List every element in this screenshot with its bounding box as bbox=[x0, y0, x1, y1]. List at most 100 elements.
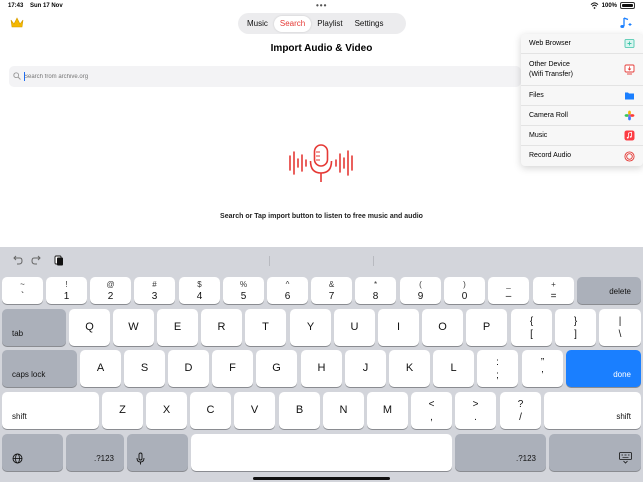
key-0[interactable]: ) 0 bbox=[444, 277, 485, 304]
search-bar[interactable] bbox=[9, 66, 521, 87]
key-char: V bbox=[250, 404, 259, 416]
key-bracket-left[interactable]: {[ bbox=[511, 309, 552, 346]
key-shift-char: ! bbox=[65, 280, 68, 289]
key-6[interactable]: ^ 6 bbox=[267, 277, 308, 304]
redo-icon[interactable] bbox=[31, 254, 43, 266]
key-3[interactable]: #3 bbox=[134, 277, 175, 304]
key-p[interactable]: P bbox=[466, 309, 507, 346]
hint-text: Search or Tap import button to listen to… bbox=[220, 213, 423, 220]
caps-lock-key[interactable]: caps lock bbox=[2, 350, 77, 387]
key-w[interactable]: W bbox=[113, 309, 154, 346]
key-equals[interactable]: + = bbox=[533, 277, 574, 304]
menu-item-camera-roll[interactable]: Camera Roll bbox=[521, 106, 643, 126]
key-j[interactable]: J bbox=[345, 350, 386, 387]
key-char: 6 bbox=[284, 291, 291, 302]
key-quote[interactable]: ”’ bbox=[522, 350, 563, 387]
key-minus[interactable]: _ – bbox=[488, 277, 529, 304]
key-e[interactable]: E bbox=[157, 309, 198, 346]
key-z[interactable]: Z bbox=[102, 392, 143, 429]
menu-item-other-device[interactable]: Other Device (Wifi Transfer) bbox=[521, 54, 643, 86]
key-semicolon[interactable]: :; bbox=[477, 350, 518, 387]
key-char: I bbox=[396, 321, 401, 333]
menu-item-files[interactable]: Files bbox=[521, 86, 643, 106]
key-bracket-right[interactable]: }] bbox=[555, 309, 596, 346]
key-shift-char: & bbox=[328, 280, 335, 289]
toolbar-divider bbox=[373, 256, 374, 266]
key-2[interactable]: @2 bbox=[90, 277, 131, 304]
key-q[interactable]: Q bbox=[69, 309, 110, 346]
key-char: 3 bbox=[151, 291, 158, 302]
tab-playlist[interactable]: Playlist bbox=[311, 16, 348, 32]
key-k[interactable]: K bbox=[389, 350, 430, 387]
key-t[interactable]: T bbox=[245, 309, 286, 346]
microphone-icon bbox=[136, 452, 145, 465]
key-period[interactable]: >. bbox=[455, 392, 496, 429]
key-label: delete bbox=[609, 287, 631, 296]
dictation-key[interactable] bbox=[127, 434, 188, 471]
key-char: 7 bbox=[328, 291, 335, 302]
key-d[interactable]: D bbox=[168, 350, 209, 387]
menu-label: Web Browser bbox=[529, 39, 571, 47]
numbers-key-right[interactable]: .?123 bbox=[455, 434, 546, 471]
shift-right-key[interactable]: shift bbox=[544, 392, 641, 429]
undo-icon[interactable] bbox=[11, 254, 23, 266]
key-backtick[interactable]: ~ ` bbox=[2, 277, 43, 304]
space-bar[interactable] bbox=[191, 434, 452, 471]
globe-key[interactable] bbox=[2, 434, 63, 471]
menu-item-record-audio[interactable]: Record Audio bbox=[521, 146, 643, 166]
key-i[interactable]: I bbox=[378, 309, 419, 346]
key-char: R bbox=[217, 321, 226, 333]
shift-left-key[interactable]: shift bbox=[2, 392, 99, 429]
key-b[interactable]: B bbox=[279, 392, 320, 429]
key-g[interactable]: G bbox=[256, 350, 297, 387]
import-menu: Web Browser Other Device (Wifi Transfer)… bbox=[521, 34, 643, 166]
key-h[interactable]: H bbox=[301, 350, 342, 387]
key-v[interactable]: V bbox=[234, 392, 275, 429]
delete-key[interactable]: delete bbox=[577, 277, 641, 304]
paste-icon[interactable] bbox=[53, 254, 65, 266]
key-9[interactable]: (9 bbox=[400, 277, 441, 304]
key-n[interactable]: N bbox=[323, 392, 364, 429]
key-5[interactable]: % 5 bbox=[223, 277, 264, 304]
status-time: 17:43 bbox=[8, 3, 24, 9]
key-l[interactable]: L bbox=[433, 350, 474, 387]
menu-item-music[interactable]: Music bbox=[521, 126, 643, 146]
search-input[interactable] bbox=[24, 69, 514, 84]
key-a[interactable]: A bbox=[80, 350, 121, 387]
status-bar: 17:43 Sun 17 Nov ••• 100% bbox=[0, 0, 643, 12]
key-f[interactable]: F bbox=[212, 350, 253, 387]
key-s[interactable]: S bbox=[124, 350, 165, 387]
key-char: Q bbox=[85, 321, 94, 333]
add-music-icon[interactable] bbox=[618, 16, 632, 30]
wifi-icon bbox=[590, 2, 599, 9]
tab-settings[interactable]: Settings bbox=[349, 16, 390, 32]
crown-icon[interactable] bbox=[10, 17, 24, 29]
key-label: done bbox=[613, 370, 631, 379]
key-4[interactable]: $4 bbox=[179, 277, 220, 304]
key-x[interactable]: X bbox=[146, 392, 187, 429]
key-y[interactable]: Y bbox=[290, 309, 331, 346]
numbers-key-left[interactable]: .?123 bbox=[66, 434, 124, 471]
key-7[interactable]: & 7 bbox=[311, 277, 352, 304]
key-char: 8 bbox=[372, 291, 379, 302]
menu-item-web-browser[interactable]: Web Browser bbox=[521, 34, 643, 54]
tab-music[interactable]: Music bbox=[241, 16, 274, 32]
key-o[interactable]: O bbox=[422, 309, 463, 346]
tab-key[interactable]: tab bbox=[2, 309, 66, 346]
key-char: T bbox=[262, 321, 269, 333]
key-m[interactable]: M bbox=[367, 392, 408, 429]
key-u[interactable]: U bbox=[334, 309, 375, 346]
key-backslash[interactable]: | \ bbox=[599, 309, 641, 346]
key-comma[interactable]: <, bbox=[411, 392, 452, 429]
text-caret bbox=[24, 72, 25, 81]
key-slash[interactable]: ? / bbox=[500, 392, 541, 429]
dismiss-keyboard-key[interactable] bbox=[549, 434, 641, 471]
key-1[interactable]: ! 1 bbox=[46, 277, 87, 304]
multitasking-dots-icon[interactable]: ••• bbox=[316, 1, 327, 10]
tab-search[interactable]: Search bbox=[273, 15, 312, 32]
key-char: 4 bbox=[196, 291, 203, 302]
key-r[interactable]: R bbox=[201, 309, 242, 346]
key-c[interactable]: C bbox=[190, 392, 231, 429]
done-button[interactable]: done bbox=[566, 350, 641, 387]
key-8[interactable]: * 8 bbox=[355, 277, 396, 304]
